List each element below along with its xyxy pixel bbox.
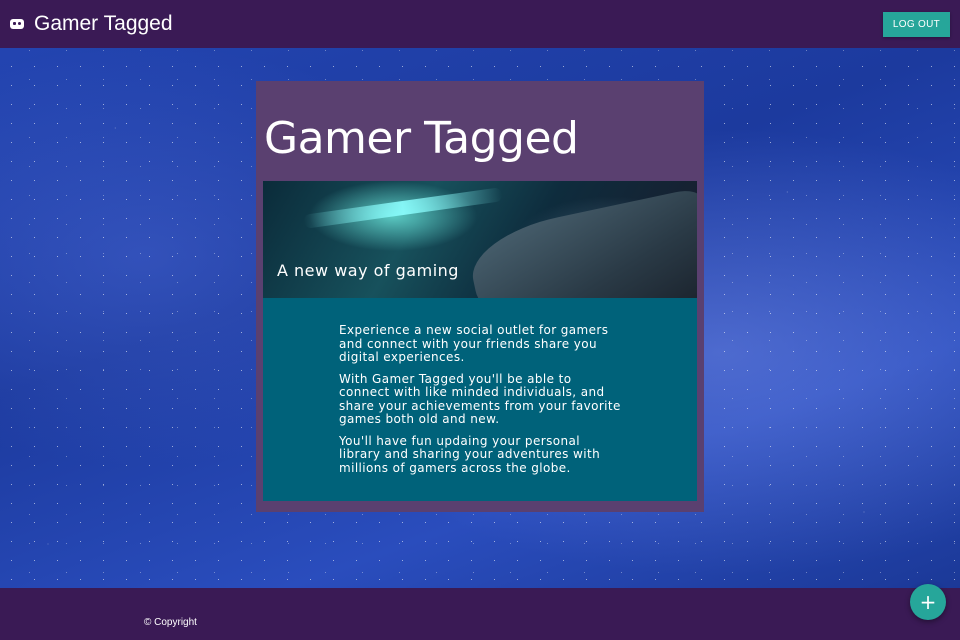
hero-image: A new way of gaming <box>263 181 697 298</box>
welcome-card: Gamer Tagged A new way of gaming Experie… <box>256 81 704 512</box>
intro-paragraph-3: You'll have fun updaing your personal li… <box>339 433 601 475</box>
navbar: Gamer Tagged LOG OUT <box>0 0 960 48</box>
hero-ship <box>464 187 697 298</box>
plus-icon: + <box>919 590 937 614</box>
logout-button[interactable]: LOG OUT <box>882 12 950 37</box>
footer: © Copyright <box>0 588 960 640</box>
intro-paragraph-1: Experience a new social outlet for gamer… <box>339 323 609 364</box>
intro-paragraph-2: With Gamer Tagged you'll be able to conn… <box>339 371 621 426</box>
card-title: Gamer Tagged <box>264 113 579 164</box>
brand-title: Gamer Tagged <box>34 12 173 35</box>
add-button[interactable]: + <box>910 584 946 620</box>
gamepad-icon <box>10 19 24 29</box>
card-body: Experience a new social outlet for gamer… <box>263 298 697 501</box>
hero-caption: A new way of gaming <box>277 261 459 280</box>
copyright-text: © Copyright <box>144 617 197 628</box>
brand[interactable]: Gamer Tagged <box>10 12 173 36</box>
hero-streak <box>302 187 504 229</box>
